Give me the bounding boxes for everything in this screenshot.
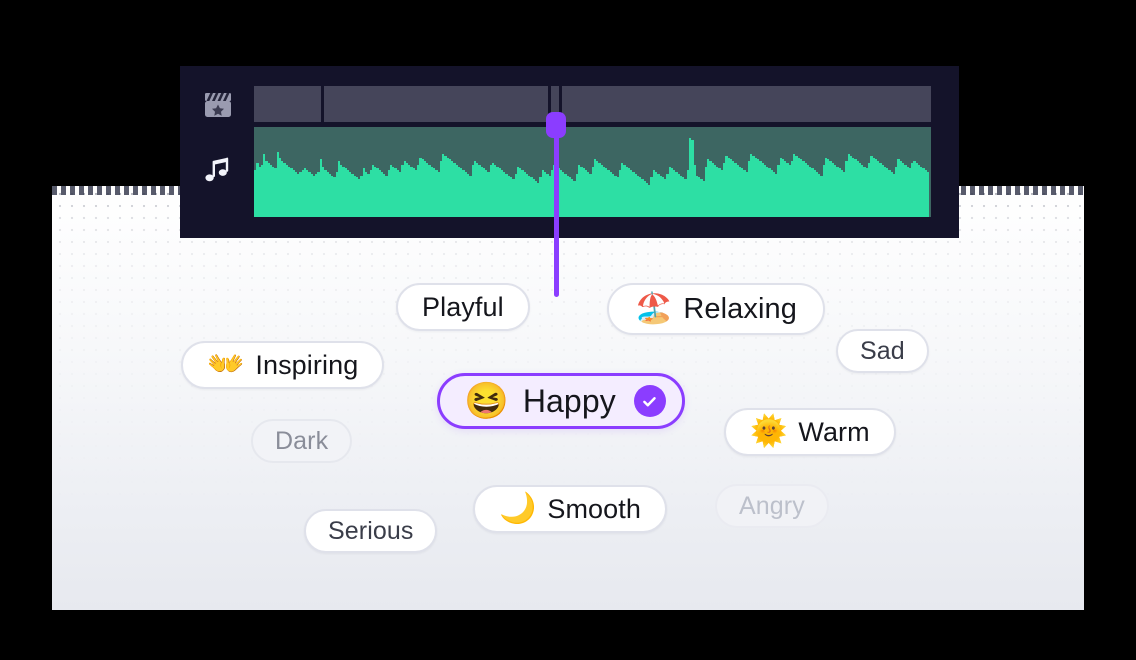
music-note-icon: [202, 154, 234, 191]
mood-chip-sad[interactable]: Sad: [836, 329, 929, 373]
video-clip[interactable]: [561, 86, 931, 122]
timeline-panel: [180, 66, 959, 297]
mood-chip-serious[interactable]: Serious: [304, 509, 438, 553]
mood-chip-smooth[interactable]: 🌙 Smooth: [473, 485, 668, 533]
mood-chip-inspiring[interactable]: 👐 Inspiring: [181, 341, 385, 389]
mood-chip-angry[interactable]: Angry: [715, 484, 829, 528]
sun-emoji: 🌞: [750, 415, 788, 448]
video-clip[interactable]: [323, 86, 548, 122]
mood-chip-label: Smooth: [547, 493, 642, 524]
video-track[interactable]: [254, 86, 931, 122]
mood-chip-label: Inspiring: [255, 349, 359, 380]
mood-chip-label: Relaxing: [683, 292, 798, 325]
mood-chip-dark[interactable]: Dark: [251, 419, 353, 463]
playhead[interactable]: [546, 112, 566, 297]
screen-root: Playful 🏖️ Relaxing Sad 👐 Inspiring 😆 Happy 🌞 War…: [0, 0, 1136, 660]
track-gutter: [180, 66, 254, 238]
video-clip[interactable]: [254, 86, 321, 122]
open-hands-emoji: 👐: [207, 348, 245, 381]
mood-chip-label: Sad: [860, 336, 905, 365]
audio-track[interactable]: [254, 127, 931, 217]
mood-chip-label: Warm: [798, 416, 870, 447]
check-icon[interactable]: [633, 385, 666, 417]
playhead-stem: [554, 134, 559, 297]
mood-chip-relaxing[interactable]: 🏖️ Relaxing: [607, 283, 826, 335]
mood-chip-label: Dark: [275, 426, 329, 455]
crescent-moon-emoji: 🌙: [499, 492, 537, 525]
mood-chip-label: Angry: [739, 491, 805, 520]
mood-chip-label: Happy: [522, 382, 616, 419]
laughing-face-emoji: 😆: [464, 380, 509, 421]
mood-chip-playful[interactable]: Playful: [396, 283, 530, 331]
mood-chip-label: Serious: [328, 516, 414, 545]
mood-chip-warm[interactable]: 🌞 Warm: [724, 408, 896, 456]
clapperboard-star-icon: [202, 88, 234, 125]
waveform-bar: [926, 172, 930, 217]
mood-chip-label: Playful: [422, 291, 504, 322]
mood-chip-happy[interactable]: 😆 Happy: [437, 373, 685, 429]
audio-waveform: [254, 127, 931, 217]
beach-umbrella-emoji: 🏖️: [635, 292, 673, 325]
